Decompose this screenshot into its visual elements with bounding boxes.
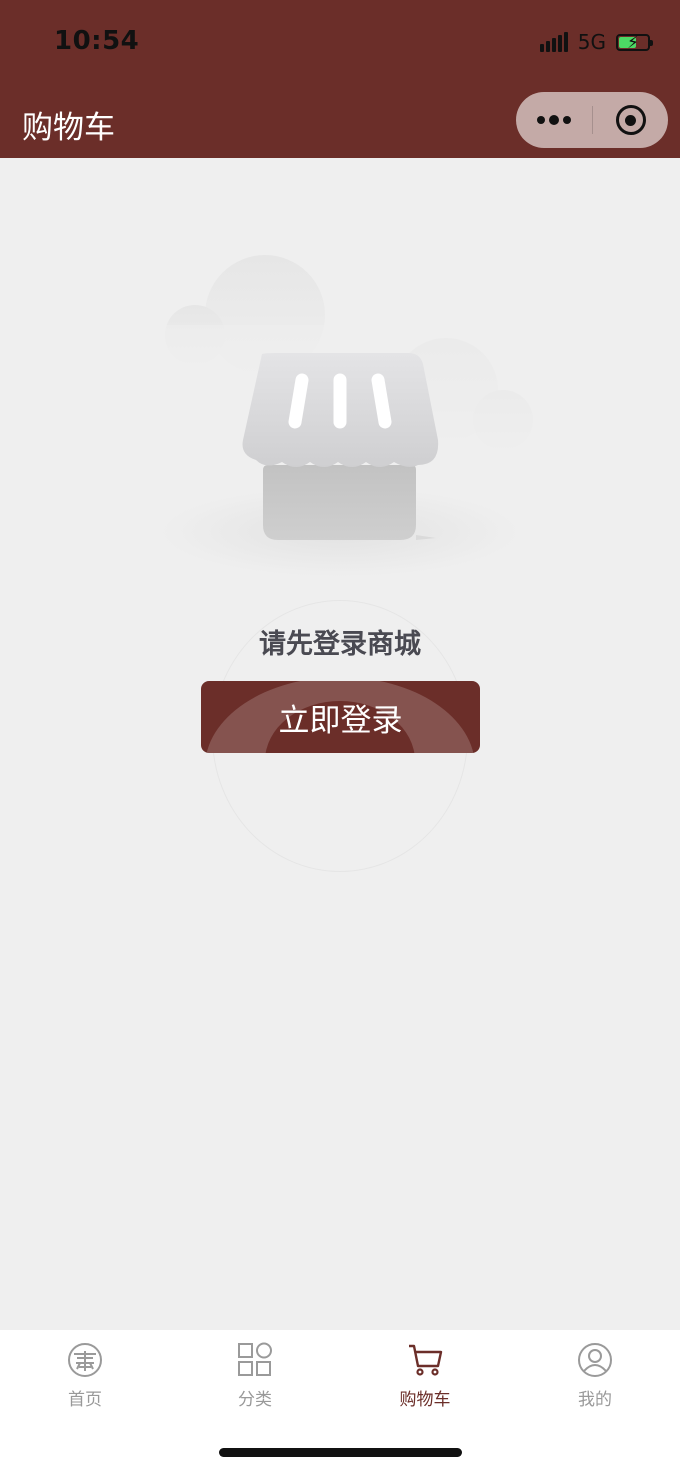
more-dot-icon [563, 116, 571, 124]
close-miniprogram-button[interactable] [593, 92, 668, 148]
empty-store-illustration [150, 255, 540, 577]
network-type: 5G [577, 30, 606, 54]
user-icon [578, 1343, 612, 1377]
more-dot-icon [549, 115, 559, 125]
cart-icon [409, 1344, 443, 1376]
home-indicator [219, 1448, 462, 1457]
tab-label: 分类 [238, 1390, 272, 1410]
battery-icon: ⚡ [616, 33, 653, 53]
home-icon [68, 1343, 102, 1377]
tab-label: 首页 [68, 1390, 102, 1410]
signal-icon [539, 32, 568, 52]
category-grid-icon [238, 1342, 272, 1376]
tab-label: 购物车 [399, 1390, 451, 1410]
tab-label: 我的 [578, 1390, 612, 1410]
status-icons: 5G ⚡ [539, 30, 653, 54]
empty-state-message: 请先登录商城 [259, 629, 421, 660]
more-dot-icon [537, 116, 545, 124]
tab-home[interactable]: 首页 [0, 1330, 170, 1472]
login-button[interactable]: 立即登录 [201, 681, 480, 753]
login-button-label: 立即登录 [278, 702, 403, 739]
page-title: 购物车 [22, 110, 115, 146]
status-time: 10:54 [54, 26, 140, 56]
tab-profile[interactable]: 我的 [510, 1330, 680, 1472]
target-icon [615, 105, 646, 135]
nav-header: 10:54 5G ⚡ 购物车 [0, 0, 680, 158]
miniprogram-capsule [516, 92, 668, 148]
more-options-button[interactable] [516, 92, 592, 148]
